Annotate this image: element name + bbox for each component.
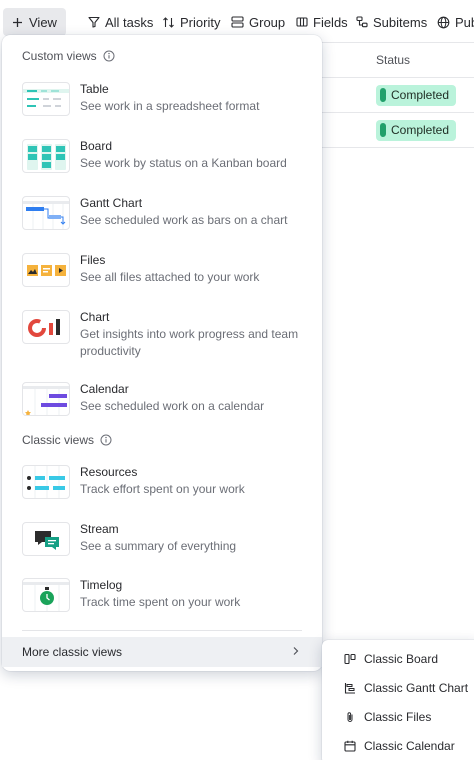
view-option-title: Resources: [80, 465, 138, 479]
view-option-title: Calendar: [80, 382, 129, 396]
gantt-thumbnail: [22, 196, 70, 230]
subitems-button[interactable]: Subitems: [356, 8, 427, 36]
view-option-timelog[interactable]: Timelog Track time spent on your work: [2, 578, 322, 618]
subitems-label: Subitems: [373, 14, 428, 30]
view-option-description: Get insights into work progress and team…: [80, 327, 299, 358]
calendar-thumbnail: [22, 382, 70, 416]
view-dropdown-menu: Custom views Table See work in a spreads…: [2, 35, 322, 671]
view-option-title: Files: [80, 253, 106, 267]
priority-label: Priority: [180, 14, 221, 30]
group-button[interactable]: Group: [231, 8, 285, 36]
more-classic-views-item[interactable]: More classic views: [2, 637, 322, 667]
status-badge[interactable]: Completed: [376, 119, 457, 141]
view-option-title: Stream: [80, 522, 119, 536]
priority-sort[interactable]: Priority: [162, 8, 220, 36]
submenu-item-classic-files[interactable]: Classic Files: [344, 710, 431, 724]
submenu-item-classic-gantt-chart[interactable]: Classic Gantt Chart: [344, 681, 468, 695]
classic-views-submenu: Classic Board Classic Gantt Chart Classi…: [322, 640, 474, 760]
view-option-title: Board: [80, 139, 113, 153]
status-badge[interactable]: Completed: [376, 84, 457, 106]
view-option-description: See work by status on a Kanban board: [80, 156, 287, 170]
resources-thumbnail: [22, 465, 70, 499]
info-icon[interactable]: [100, 434, 112, 446]
view-option-title: Table: [80, 82, 109, 96]
view-option-description: Track effort spent on your work: [80, 482, 245, 496]
filter-icon: [88, 16, 100, 28]
all-tasks-filter[interactable]: All tasks: [88, 8, 153, 36]
board-thumbnail: [22, 139, 70, 173]
submenu-item-classic-board[interactable]: Classic Board: [344, 652, 438, 666]
view-option-table[interactable]: Table See work in a spreadsheet format: [2, 82, 322, 122]
view-option-board[interactable]: Board See work by status on a Kanban boa…: [2, 139, 322, 179]
view-option-title: Chart: [80, 310, 110, 324]
group-label: Group: [249, 14, 286, 30]
view-button[interactable]: View: [3, 8, 66, 36]
publish-button[interactable]: Pub: [437, 8, 474, 36]
view-option-description: See scheduled work on a calendar: [80, 399, 265, 413]
view-option-files[interactable]: Files See all files attached to your wor…: [2, 253, 322, 293]
files-thumbnail: [22, 253, 70, 287]
fields-icon: [296, 17, 308, 27]
fields-button[interactable]: Fields: [296, 8, 348, 36]
chart-thumbnail: [22, 310, 70, 344]
fields-label: Fields: [313, 14, 348, 30]
classic-views-header: Classic views: [22, 433, 112, 447]
status-column-header[interactable]: Status: [320, 42, 474, 78]
task-table: Status Completed Completed: [320, 42, 474, 148]
group-icon: [231, 16, 244, 28]
sort-icon: [163, 16, 174, 28]
gantt-icon: [344, 683, 355, 694]
info-icon[interactable]: [103, 50, 115, 62]
menu-divider: [22, 630, 302, 631]
paperclip-icon: [347, 712, 353, 722]
view-option-chart[interactable]: Chart Get insights into work progress an…: [2, 310, 322, 366]
view-option-title: Timelog: [80, 578, 123, 592]
plus-icon: [13, 17, 22, 27]
view-option-gantt-chart[interactable]: Gantt Chart See scheduled work as bars o…: [2, 196, 322, 236]
table-thumbnail: [22, 82, 70, 116]
all-tasks-label: All tasks: [105, 14, 154, 30]
view-option-description: See a summary of everything: [80, 539, 237, 553]
view-button-label: View: [29, 14, 57, 30]
custom-views-header: Custom views: [22, 49, 115, 63]
timelog-thumbnail: [22, 578, 70, 612]
view-option-resources[interactable]: Resources Track effort spent on your wor…: [2, 465, 322, 505]
submenu-item-classic-calendar[interactable]: Classic Calendar: [344, 739, 455, 753]
view-option-description: Track time spent on your work: [80, 595, 241, 609]
calendar-icon: [344, 740, 356, 752]
view-option-description: See work in a spreadsheet format: [80, 99, 260, 113]
view-option-description: See all files attached to your work: [80, 270, 260, 284]
table-row[interactable]: Completed: [320, 78, 474, 113]
board-icon: [344, 653, 356, 665]
globe-icon: [437, 16, 450, 28]
stream-thumbnail: [22, 522, 70, 556]
view-option-title: Gantt Chart: [80, 196, 143, 210]
view-option-description: See scheduled work as bars on a chart: [80, 213, 288, 227]
publish-label: Pub: [455, 14, 474, 30]
table-row[interactable]: Completed: [320, 113, 474, 148]
view-option-calendar[interactable]: Calendar See scheduled work on a calenda…: [2, 382, 322, 422]
subitems-icon: [356, 16, 368, 28]
view-option-stream[interactable]: Stream See a summary of everything: [2, 522, 322, 562]
chevron-right-icon: [293, 647, 299, 655]
